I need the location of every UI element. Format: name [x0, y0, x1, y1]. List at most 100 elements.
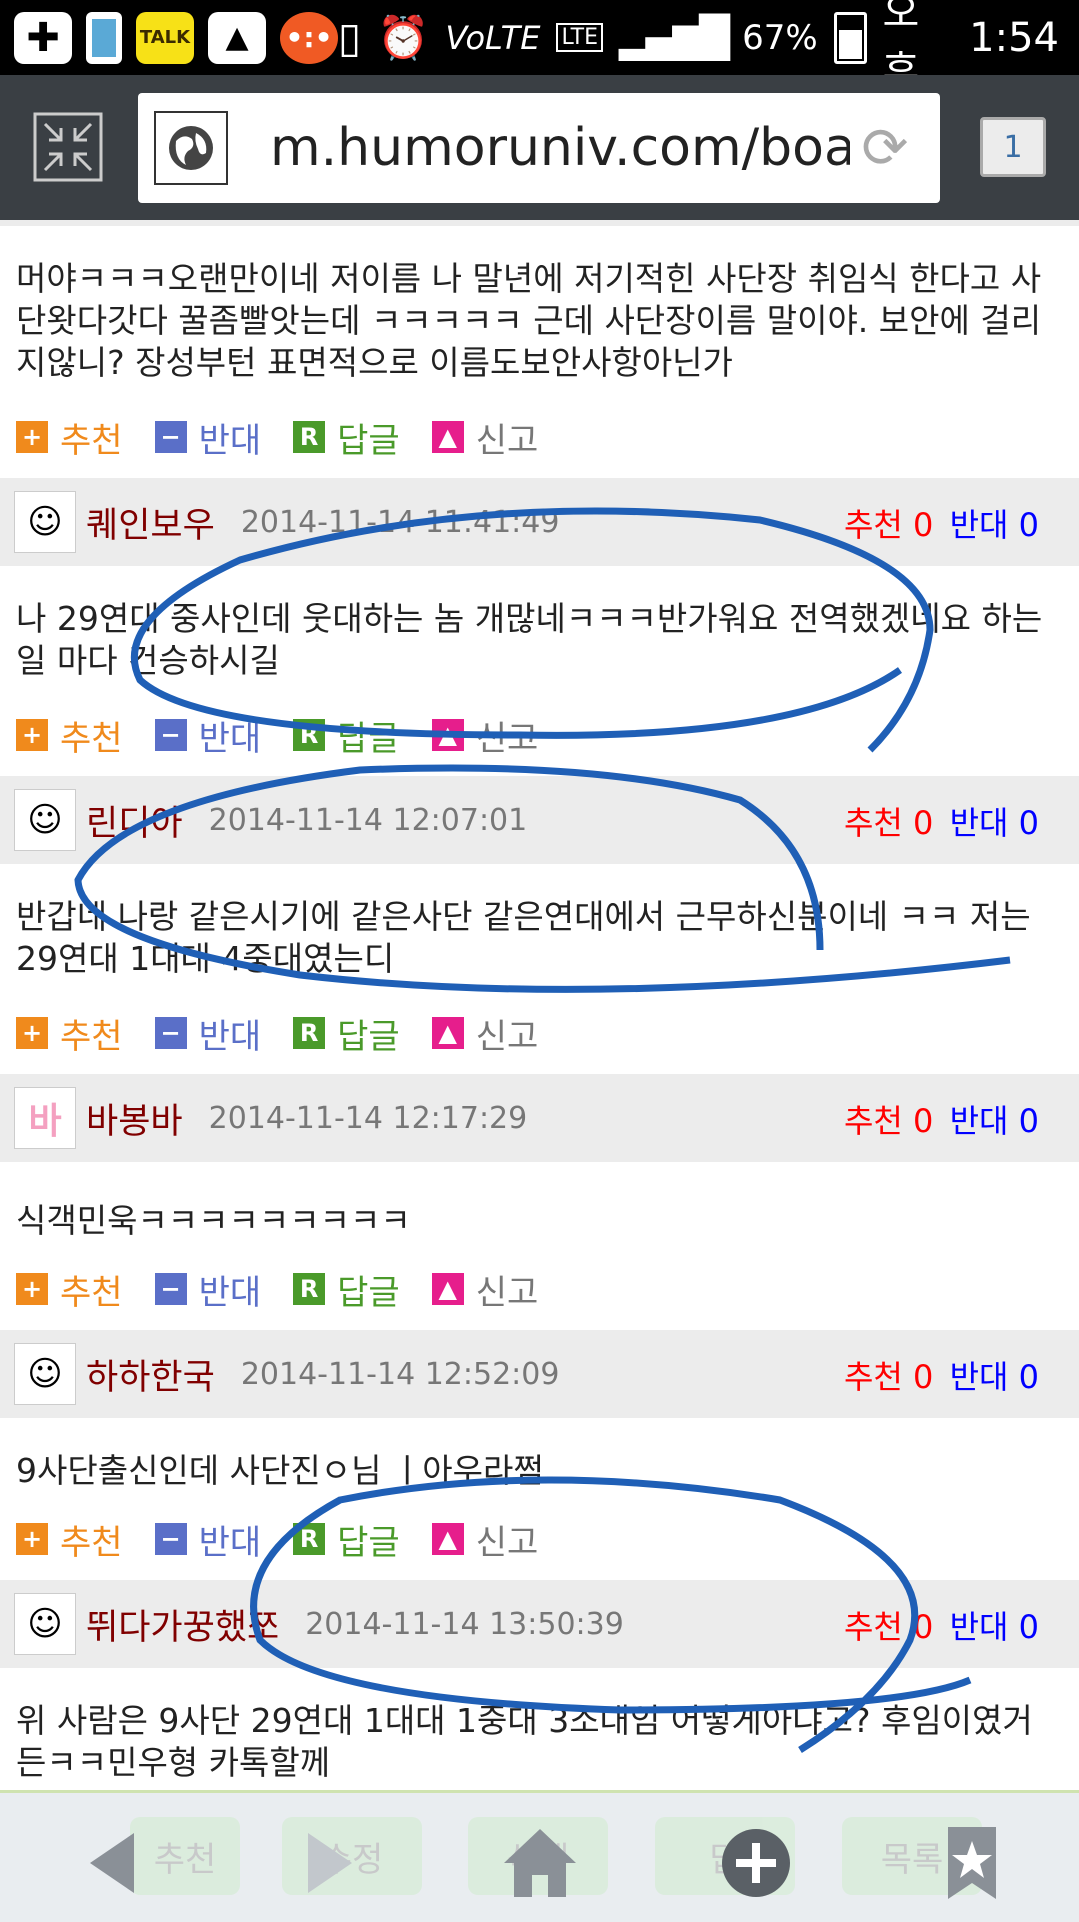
vote-counts: 추천 0 반대 0: [844, 1602, 1039, 1648]
recommend-count: 0: [913, 1608, 934, 1646]
clock: 1:54: [969, 14, 1059, 61]
oppose-count: 0: [1018, 1358, 1039, 1396]
tab-count-button[interactable]: 1: [980, 117, 1046, 177]
reply-button[interactable]: R답글: [293, 413, 400, 462]
oppose-label: 반대: [949, 804, 1009, 842]
comment-body: 식객민욱ㅋㅋㅋㅋㅋㅋㅋㅋㅋ: [16, 1201, 411, 1240]
author-name[interactable]: 하하한국: [86, 1349, 215, 1400]
comment-date: 2014-11-14 12:52:09: [240, 1356, 560, 1392]
reply-button[interactable]: R답글: [293, 1009, 400, 1058]
bottom-toolbar: 추천 수정 삭제 답 목록: [0, 1790, 1079, 1922]
plus-icon: +: [16, 1017, 48, 1049]
comment-list: 머야ㅋㅋㅋ오랜만이네 저이름 나 말년에 저기적힌 사단장 취임식 한다고 사단…: [0, 220, 1079, 1878]
comment-header: ☺ 퀘인보우 2014-11-14 11:41:49 추천 0 반대 0: [0, 478, 1079, 566]
recommend-button[interactable]: +추천: [16, 1515, 123, 1564]
report-button[interactable]: ▲신고: [431, 1265, 538, 1314]
comment-body: 머야ㅋㅋㅋ오랜만이네 저이름 나 말년에 저기적힌 사단장 취임식 한다고 사단…: [16, 259, 1042, 382]
reload-icon[interactable]: ⟳: [850, 116, 920, 181]
report-button[interactable]: ▲신고: [431, 413, 538, 462]
comment-actions: +추천 −반대 R답글 ▲신고: [0, 694, 1079, 776]
reply-button[interactable]: R답글: [293, 711, 400, 760]
author-name[interactable]: 바봉바: [86, 1093, 183, 1144]
reply-button[interactable]: R답글: [293, 1515, 400, 1564]
minus-icon: −: [154, 1017, 187, 1049]
recommend-button[interactable]: +추천: [16, 711, 123, 760]
avatar[interactable]: ☺: [14, 1343, 76, 1405]
siren-icon: ▲: [431, 1523, 464, 1555]
avatar[interactable]: ☺: [14, 1593, 76, 1655]
oppose-button[interactable]: −반대: [154, 711, 261, 760]
reply-icon: R: [293, 1017, 326, 1049]
back-icon[interactable]: [72, 1823, 152, 1903]
globe-icon: [154, 111, 228, 185]
new-tab-icon[interactable]: [716, 1823, 796, 1903]
oppose-count: 0: [1018, 1102, 1039, 1140]
siren-icon: ▲: [431, 1017, 464, 1049]
recommend-label: 추천: [843, 506, 903, 544]
recommend-label: 추천: [843, 1102, 903, 1140]
comment-actions: +추천 −반대 R답글 ▲신고: [0, 992, 1079, 1074]
vote-counts: 추천 0 반대 0: [844, 1096, 1039, 1142]
avatar[interactable]: ☺: [14, 789, 76, 851]
address-bar[interactable]: m.humoruniv.com/board/ ⟳: [138, 93, 940, 203]
oppose-label: 반대: [949, 1102, 1009, 1140]
status-bar: ✚ TALK ▲ •:• ▯ ⏰ VoLTE LTE ▂▄▆█ 67% 오후 1…: [0, 0, 1079, 94]
report-button[interactable]: ▲신고: [431, 711, 538, 760]
recommend-count: 0: [913, 1358, 934, 1396]
oppose-button[interactable]: −반대: [154, 1265, 261, 1314]
plus-icon: +: [16, 1273, 48, 1305]
report-button[interactable]: ▲신고: [431, 1009, 538, 1058]
oppose-label: 반대: [949, 1608, 1009, 1646]
phone-icon: [86, 11, 122, 64]
comment-item: 바 바봉바 2014-11-14 12:17:29 추천 0 반대 0 식객민욱…: [0, 1074, 1079, 1330]
author-name[interactable]: 뛰다가꿍했쪼: [86, 1599, 279, 1650]
reply-icon: R: [293, 421, 326, 453]
vote-counts: 추천 0 반대 0: [844, 1352, 1039, 1398]
oppose-button[interactable]: −반대: [154, 1009, 261, 1058]
siren-icon: ▲: [431, 421, 464, 453]
recommend-button[interactable]: +추천: [16, 1265, 123, 1314]
comment-date: 2014-11-14 13:50:39: [305, 1606, 624, 1642]
volte-icon: VoLTE: [445, 18, 541, 57]
forward-icon[interactable]: [290, 1823, 370, 1903]
oppose-count: 0: [1018, 506, 1039, 544]
author-name[interactable]: 퀘인보우: [86, 497, 215, 548]
minus-icon: −: [154, 1273, 187, 1305]
url-text[interactable]: m.humoruniv.com/board/: [270, 118, 850, 178]
comment-header-partial: [0, 220, 1079, 226]
comment-actions: +추천 −반대 R답글 ▲신고: [0, 396, 1079, 478]
comment-item: ☺ 하하한국 2014-11-14 12:52:09 추천 0 반대 0 9사단…: [0, 1330, 1079, 1580]
tstore-icon: •:•: [280, 11, 338, 64]
recommend-button[interactable]: +추천: [16, 1009, 123, 1058]
browser-toolbar: m.humoruniv.com/board/ ⟳ 1: [0, 75, 1079, 220]
vote-counts: 추천 0 반대 0: [844, 500, 1039, 546]
oppose-button[interactable]: −반대: [154, 1515, 261, 1564]
siren-icon: ▲: [431, 719, 464, 751]
report-button[interactable]: ▲신고: [431, 1515, 538, 1564]
comment-date: 2014-11-14 12:17:29: [208, 1100, 528, 1136]
bookmark-icon[interactable]: [932, 1823, 1012, 1903]
home-icon[interactable]: [500, 1823, 580, 1903]
comment-header: 바 바봉바 2014-11-14 12:17:29 추천 0 반대 0: [0, 1074, 1079, 1162]
oppose-label: 반대: [949, 506, 1009, 544]
plus-icon: +: [16, 1523, 48, 1555]
minimize-icon[interactable]: [28, 107, 108, 187]
comment-body: 나 29연대 중사인데 웃대하는 놈 개많네ㅋㅋㅋ반가워요 전역했겠네요 하는 …: [16, 599, 1043, 680]
reply-icon: R: [293, 719, 326, 751]
oppose-button[interactable]: −반대: [154, 413, 261, 462]
oppose-count: 0: [1018, 1608, 1039, 1646]
recommend-button[interactable]: +추천: [16, 413, 123, 462]
recommend-count: 0: [913, 1102, 934, 1140]
avatar[interactable]: 바: [14, 1087, 76, 1149]
reply-icon: R: [293, 1523, 326, 1555]
avatar[interactable]: ☺: [14, 491, 76, 553]
vote-counts: 추천 0 반대 0: [844, 798, 1039, 844]
author-name[interactable]: 린디아: [86, 795, 183, 846]
recommend-count: 0: [913, 804, 934, 842]
reply-button[interactable]: R답글: [293, 1265, 400, 1314]
comment-item: ☺ 퀘인보우 2014-11-14 11:41:49 추천 0 반대 0 나 2…: [0, 478, 1079, 776]
minus-icon: −: [154, 1523, 187, 1555]
comment-date: 2014-11-14 11:41:49: [240, 504, 560, 540]
comment-body: 위 사람은 9사단 29연대 1대대 1중대 3소대임 어떻게아냐고? 후임이였…: [16, 1701, 1033, 1782]
minus-icon: −: [154, 719, 187, 751]
